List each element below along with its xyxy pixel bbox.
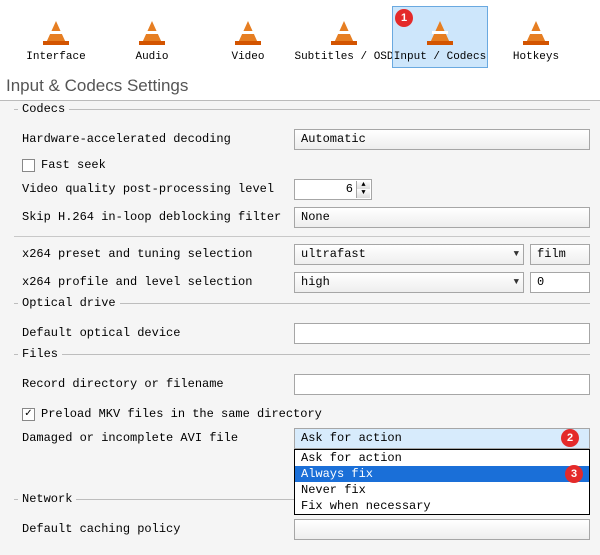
tab-hotkeys[interactable]: Hotkeys	[488, 6, 584, 68]
dropdown-option[interactable]: Never fix	[295, 482, 589, 498]
x264-level-input[interactable]: 0	[530, 272, 590, 293]
tab-subtitles[interactable]: Subtitles / OSD	[296, 6, 392, 68]
spin-up-icon[interactable]: ▲	[356, 181, 370, 190]
tab-label: Audio	[135, 51, 168, 63]
x264-preset-select[interactable]: ultrafast ▼	[294, 244, 524, 265]
tab-input-codecs[interactable]: 1 Input / Codecs	[392, 6, 488, 68]
tab-video[interactable]: Video	[200, 6, 296, 68]
chevron-down-icon: ▼	[514, 249, 519, 259]
select-value: None	[301, 210, 330, 224]
settings-panel: Codecs Hardware-accelerated decoding Aut…	[0, 109, 600, 554]
tab-label: Hotkeys	[513, 51, 559, 63]
preload-mkv-checkbox[interactable]: ✓	[22, 408, 35, 421]
select-value: high	[301, 275, 330, 289]
cone-icon	[38, 11, 74, 47]
vq-label: Video quality post-processing level	[14, 182, 294, 196]
damaged-avi-select[interactable]: Ask for action 2	[294, 428, 590, 449]
skip-h264-select[interactable]: None	[294, 207, 590, 228]
x264-profile-label: x264 profile and level selection	[14, 275, 294, 289]
group-title: Optical drive	[18, 296, 120, 310]
record-dir-input[interactable]	[294, 374, 590, 395]
preload-mkv-label: Preload MKV files in the same directory	[41, 407, 322, 421]
wrench-cone-icon	[422, 11, 458, 47]
clapper-cone-icon	[230, 11, 266, 47]
record-dir-label: Record directory or filename	[14, 377, 294, 391]
x264-tuning-select[interactable]: film	[530, 244, 590, 265]
dropdown-option[interactable]: Always fix 3	[295, 466, 589, 482]
callout-badge-1: 1	[395, 9, 413, 27]
fast-seek-label: Fast seek	[41, 158, 106, 172]
group-codecs: Codecs Hardware-accelerated decoding Aut…	[14, 109, 590, 295]
tab-label: Subtitles / OSD	[294, 51, 393, 63]
skip-h264-label: Skip H.264 in-loop deblocking filter	[14, 210, 294, 224]
group-title: Network	[18, 492, 76, 506]
board-cone-icon	[326, 11, 362, 47]
damaged-avi-dropdown-list: Ask for action Always fix 3 Never fix Fi…	[294, 449, 590, 515]
x264-profile-select[interactable]: high ▼	[294, 272, 524, 293]
callout-badge-2: 2	[561, 429, 579, 447]
select-value: Ask for action	[301, 431, 402, 445]
tab-label: Video	[231, 51, 264, 63]
tab-audio[interactable]: Audio	[104, 6, 200, 68]
tab-interface[interactable]: Interface	[8, 6, 104, 68]
headphones-cone-icon	[134, 11, 170, 47]
default-optical-label: Default optical device	[14, 326, 294, 340]
separator	[14, 236, 590, 237]
hw-decoding-label: Hardware-accelerated decoding	[14, 132, 294, 146]
tab-label: Interface	[26, 51, 85, 63]
dropdown-option[interactable]: Ask for action	[295, 450, 589, 466]
cone-icon	[518, 11, 554, 47]
fast-seek-checkbox[interactable]	[22, 159, 35, 172]
callout-badge-3: 3	[565, 465, 583, 483]
input-value: 0	[537, 275, 544, 289]
group-title: Files	[18, 347, 62, 361]
group-optical: Optical drive Default optical device	[14, 303, 590, 346]
vq-spinbox[interactable]: 6 ▲ ▼	[294, 179, 372, 200]
page-title: Input & Codecs Settings	[0, 68, 600, 101]
damaged-avi-label: Damaged or incomplete AVI file	[14, 431, 294, 445]
caching-policy-label: Default caching policy	[14, 522, 294, 536]
settings-toolbar: Interface Audio Video Subtitles / OSD 1 …	[0, 0, 600, 68]
x264-preset-label: x264 preset and tuning selection	[14, 247, 294, 261]
group-files: Files Record directory or filename ✓ Pre…	[14, 354, 590, 451]
select-value: Automatic	[301, 132, 366, 146]
default-optical-input[interactable]	[294, 323, 590, 344]
select-value: ultrafast	[301, 247, 366, 261]
group-title: Codecs	[18, 102, 69, 116]
chevron-down-icon: ▼	[514, 277, 519, 287]
spin-down-icon[interactable]: ▼	[356, 189, 370, 198]
tab-label: Input / Codecs	[394, 51, 486, 63]
caching-policy-select[interactable]	[294, 519, 590, 540]
dropdown-option[interactable]: Fix when necessary	[295, 498, 589, 514]
hw-decoding-select[interactable]: Automatic	[294, 129, 590, 150]
select-value: film	[537, 247, 566, 261]
